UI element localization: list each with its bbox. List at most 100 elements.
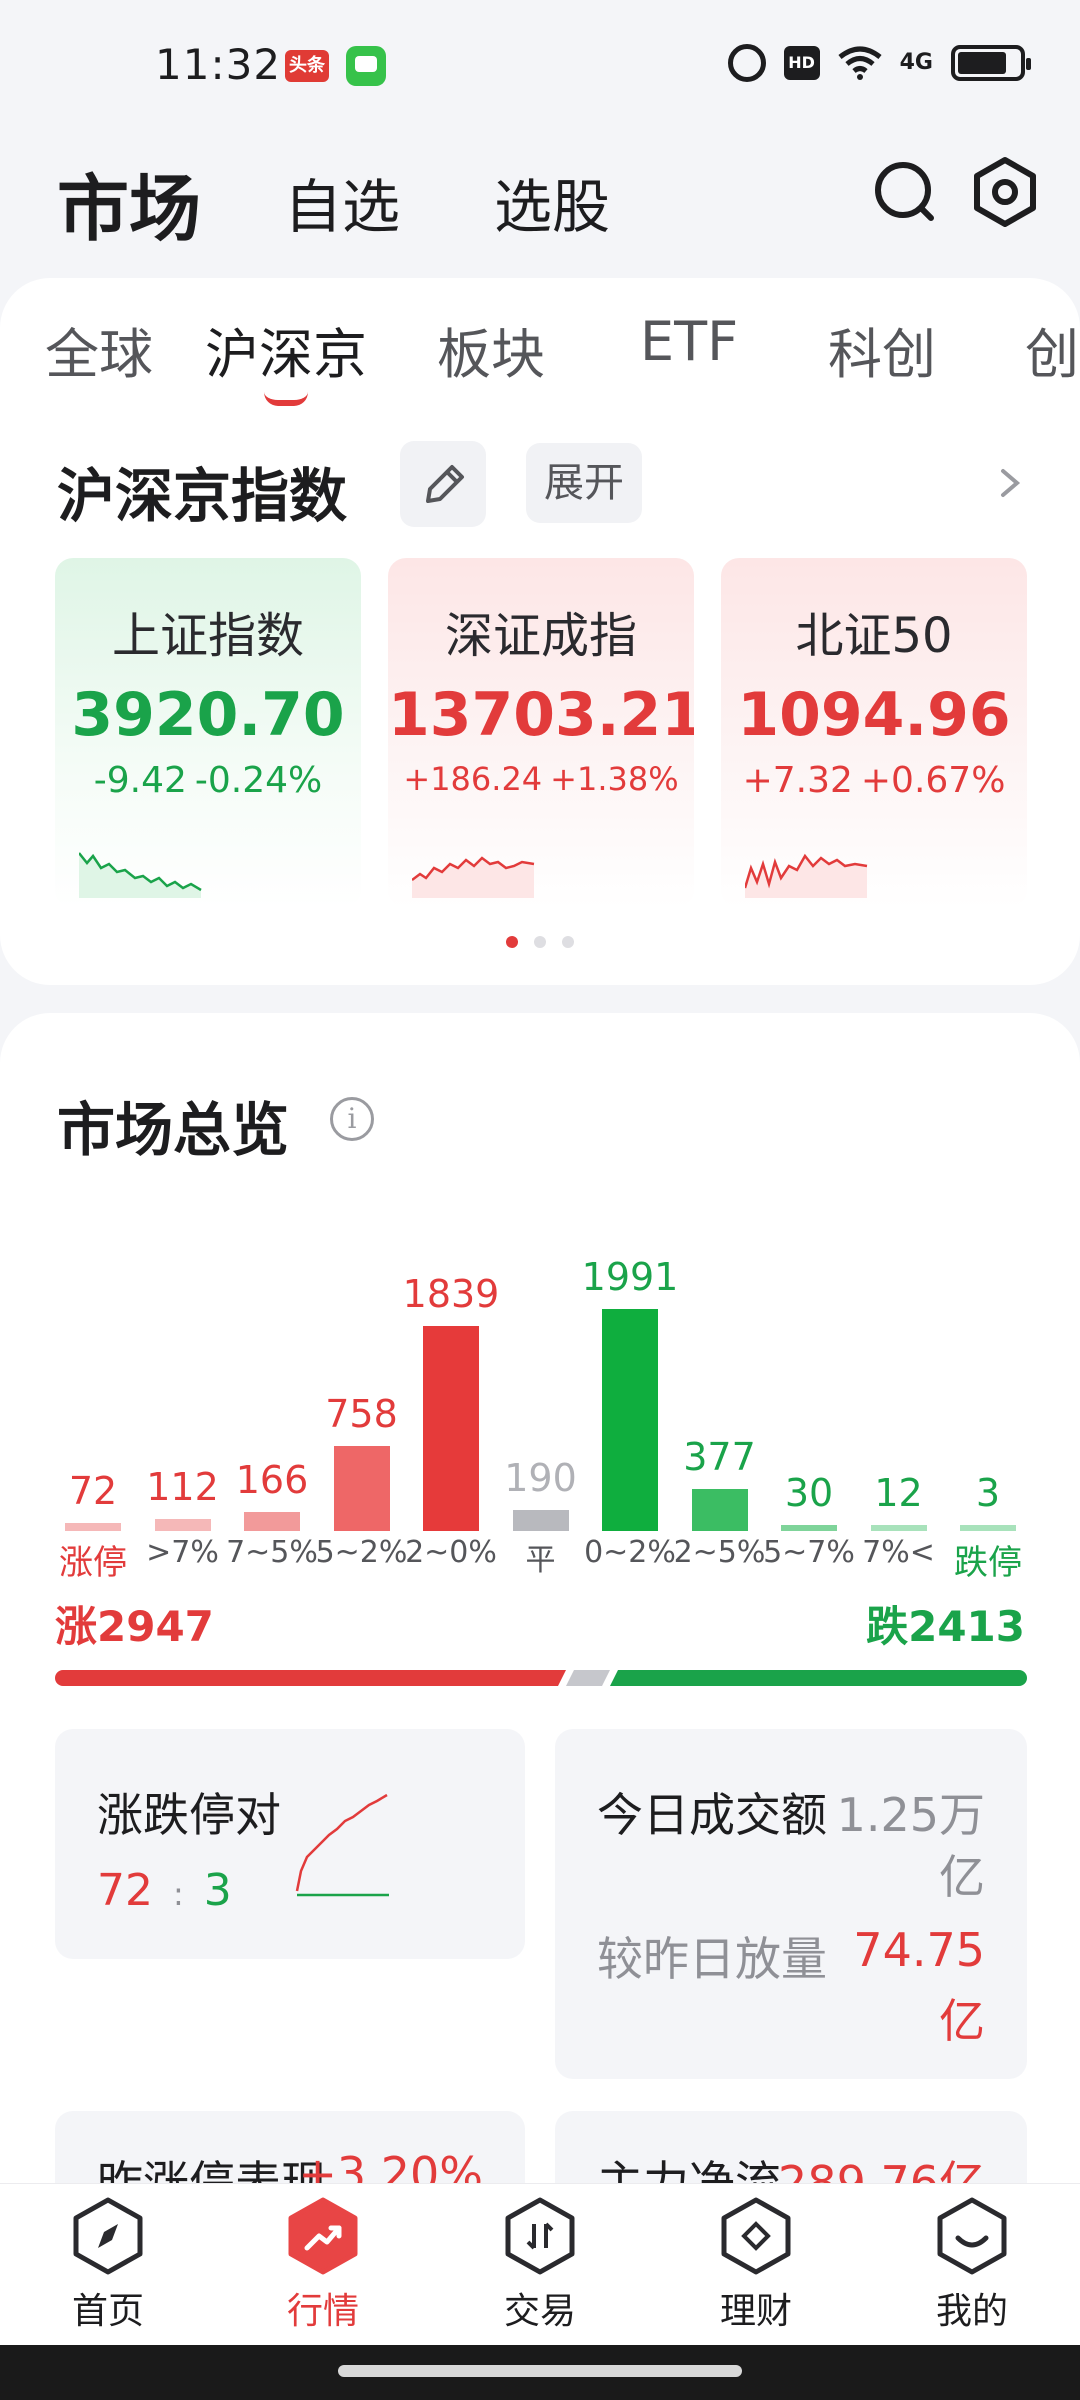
market-tabs: 全球 沪深京 板块 ETF 科创 创	[0, 278, 1080, 413]
nav-stock-picker[interactable]: 选股	[494, 160, 610, 244]
index-change-pct: +1.38%	[550, 760, 679, 798]
index-change: +7.32	[742, 760, 853, 801]
decliners-segment	[610, 1670, 1027, 1686]
status-time: 11:32	[155, 40, 282, 89]
message-app-icon	[346, 46, 386, 86]
tab-etf[interactable]: ETF	[640, 310, 738, 373]
tab-shanghai-shenzhen-beijing[interactable]: 沪深京	[205, 310, 367, 406]
nav-label: 交易	[503, 2291, 576, 2332]
settings-icon[interactable]	[965, 152, 1045, 232]
sparkline-shenzhen	[412, 856, 535, 898]
trade-icon	[505, 2197, 575, 2275]
nav-trade[interactable]: 交易	[460, 2194, 620, 2334]
pencil-icon	[426, 465, 464, 503]
nav-watchlist[interactable]: 自选	[284, 160, 400, 244]
search-icon[interactable]	[865, 152, 945, 232]
index-card-beijing-50[interactable]: 北证50 1094.96 +7.32 +0.67%	[721, 558, 1027, 908]
distribution-bar-group[interactable]: 166 7~5%	[226, 1193, 318, 1593]
distribution-bar	[512, 1510, 569, 1531]
distribution-bar-group[interactable]: 12 7%<	[854, 1193, 944, 1593]
distribution-bar-group[interactable]: 190 平	[496, 1193, 586, 1593]
index-value: 3920.70	[71, 680, 345, 750]
info-icon[interactable]: i	[330, 1097, 374, 1141]
nav-market[interactable]: 行情	[243, 2194, 403, 2334]
nav-wealth[interactable]: 理财	[676, 2194, 836, 2334]
distribution-bar-group[interactable]: 72 涨停	[48, 1193, 138, 1593]
nav-home[interactable]: 首页	[28, 2194, 188, 2334]
advancers-segment	[55, 1670, 566, 1686]
tab-star-market[interactable]: 科创	[828, 310, 936, 389]
distribution-bar	[960, 1525, 1016, 1531]
home-indicator[interactable]	[338, 2365, 742, 2377]
index-card-shanghai[interactable]: 上证指数 3920.70 -9.42 -0.24%	[55, 558, 361, 908]
distribution-bar	[423, 1326, 479, 1531]
advance-decline-ratio-bar	[55, 1670, 1027, 1686]
carousel-dots	[0, 933, 1080, 952]
expand-button[interactable]: 展开	[526, 443, 642, 523]
app-header: 市场 自选 选股	[0, 140, 1080, 260]
advancers-count: 涨2947	[55, 1602, 214, 1651]
index-name: 上证指数	[111, 608, 304, 664]
nav-label: 行情	[286, 2291, 359, 2332]
distribution-label: 跌停	[954, 1543, 1022, 1583]
compass-icon	[73, 2197, 143, 2275]
carousel-dot[interactable]	[562, 936, 574, 948]
tab-global[interactable]: 全球	[45, 310, 153, 389]
limit-trend-sparkline	[295, 1793, 389, 1897]
nav-profile[interactable]: 我的	[892, 2194, 1052, 2334]
limit-pair-card[interactable]: 涨跌停对 72 : 3	[55, 1729, 525, 1959]
chevron-right-icon[interactable]	[995, 463, 1025, 503]
index-name: 深证成指	[444, 608, 637, 664]
distribution-bar	[333, 1446, 390, 1531]
distribution-bar	[870, 1525, 927, 1531]
distribution-bar	[154, 1519, 211, 1531]
decliners-count: 跌2413	[866, 1602, 1025, 1651]
index-section: 沪深京指数 展开 上证指数 3920.70 -9.42 -0.24% 深证成指 1…	[0, 413, 1080, 985]
distribution-bar-group[interactable]: 30 5~7%	[763, 1193, 855, 1593]
turnover-card[interactable]: 今日成交额 1.25万 亿 较昨日放量 74.75 亿	[555, 1729, 1027, 2079]
carousel-dot[interactable]	[534, 936, 546, 948]
index-value: 1094.96	[737, 680, 1011, 750]
distribution-bar	[781, 1525, 837, 1531]
distribution-bar	[602, 1309, 658, 1531]
hd-icon: HD	[783, 46, 820, 80]
signal-icon: 4G	[899, 50, 933, 75]
tab-sectors[interactable]: 板块	[437, 310, 545, 389]
nav-label: 首页	[71, 2291, 144, 2332]
stat-label: 今日成交额	[597, 1788, 827, 1842]
section-title: 市场总览	[57, 1096, 290, 1164]
edit-button[interactable]	[400, 441, 486, 527]
index-change-pct: +0.67%	[860, 760, 1006, 801]
distribution-bar-group[interactable]: 377 2~5%	[674, 1193, 766, 1593]
carousel-dot[interactable]	[506, 936, 518, 948]
distribution-count: 3	[975, 1471, 1001, 1515]
distribution-bar-group[interactable]: 1991 0~2%	[582, 1193, 679, 1593]
distribution-count: 1991	[581, 1255, 679, 1299]
nav-label: 我的	[935, 2291, 1008, 2332]
distribution-bar	[65, 1523, 121, 1531]
wifi-icon	[838, 46, 882, 80]
index-value: 13703.21	[388, 680, 694, 750]
sparkline-beijing	[745, 853, 868, 898]
wealth-icon	[721, 2197, 791, 2275]
turnover-compare-unit: 亿	[939, 1994, 985, 2048]
limit-up-count: 72	[97, 1865, 153, 1916]
up-down-distribution-chart: 72 涨停 112 >7% 166 7~5% 758 5~2% 1839 2~0% 190 平 1991…	[0, 1193, 1080, 1593]
distribution-bar-group[interactable]: 758 5~2%	[316, 1193, 408, 1593]
distribution-bar	[244, 1512, 300, 1531]
sparkline-shanghai	[79, 852, 202, 898]
up-down-summary: 涨2947 跌2413	[55, 1593, 1025, 1651]
index-card-shenzhen[interactable]: 深证成指 13703.21 +186.24 +1.38%	[388, 558, 694, 908]
distribution-bar	[691, 1489, 748, 1531]
section-title: 沪深京指数	[57, 462, 348, 530]
tab-chinext[interactable]: 创	[1025, 310, 1079, 389]
distribution-bar-group[interactable]: 3 跌停	[943, 1193, 1033, 1593]
status-bar: 11:32 头条 HD 4G	[0, 0, 1080, 130]
distribution-bar-group[interactable]: 112 >7%	[138, 1193, 228, 1593]
distribution-bar-group[interactable]: 1839 2~0%	[403, 1193, 500, 1593]
stat-label: 较昨日放量	[597, 1932, 827, 1986]
separator: :	[173, 1875, 184, 1913]
profile-icon	[937, 2197, 1007, 2275]
battery-icon	[951, 45, 1031, 81]
active-tab-indicator	[264, 392, 308, 406]
